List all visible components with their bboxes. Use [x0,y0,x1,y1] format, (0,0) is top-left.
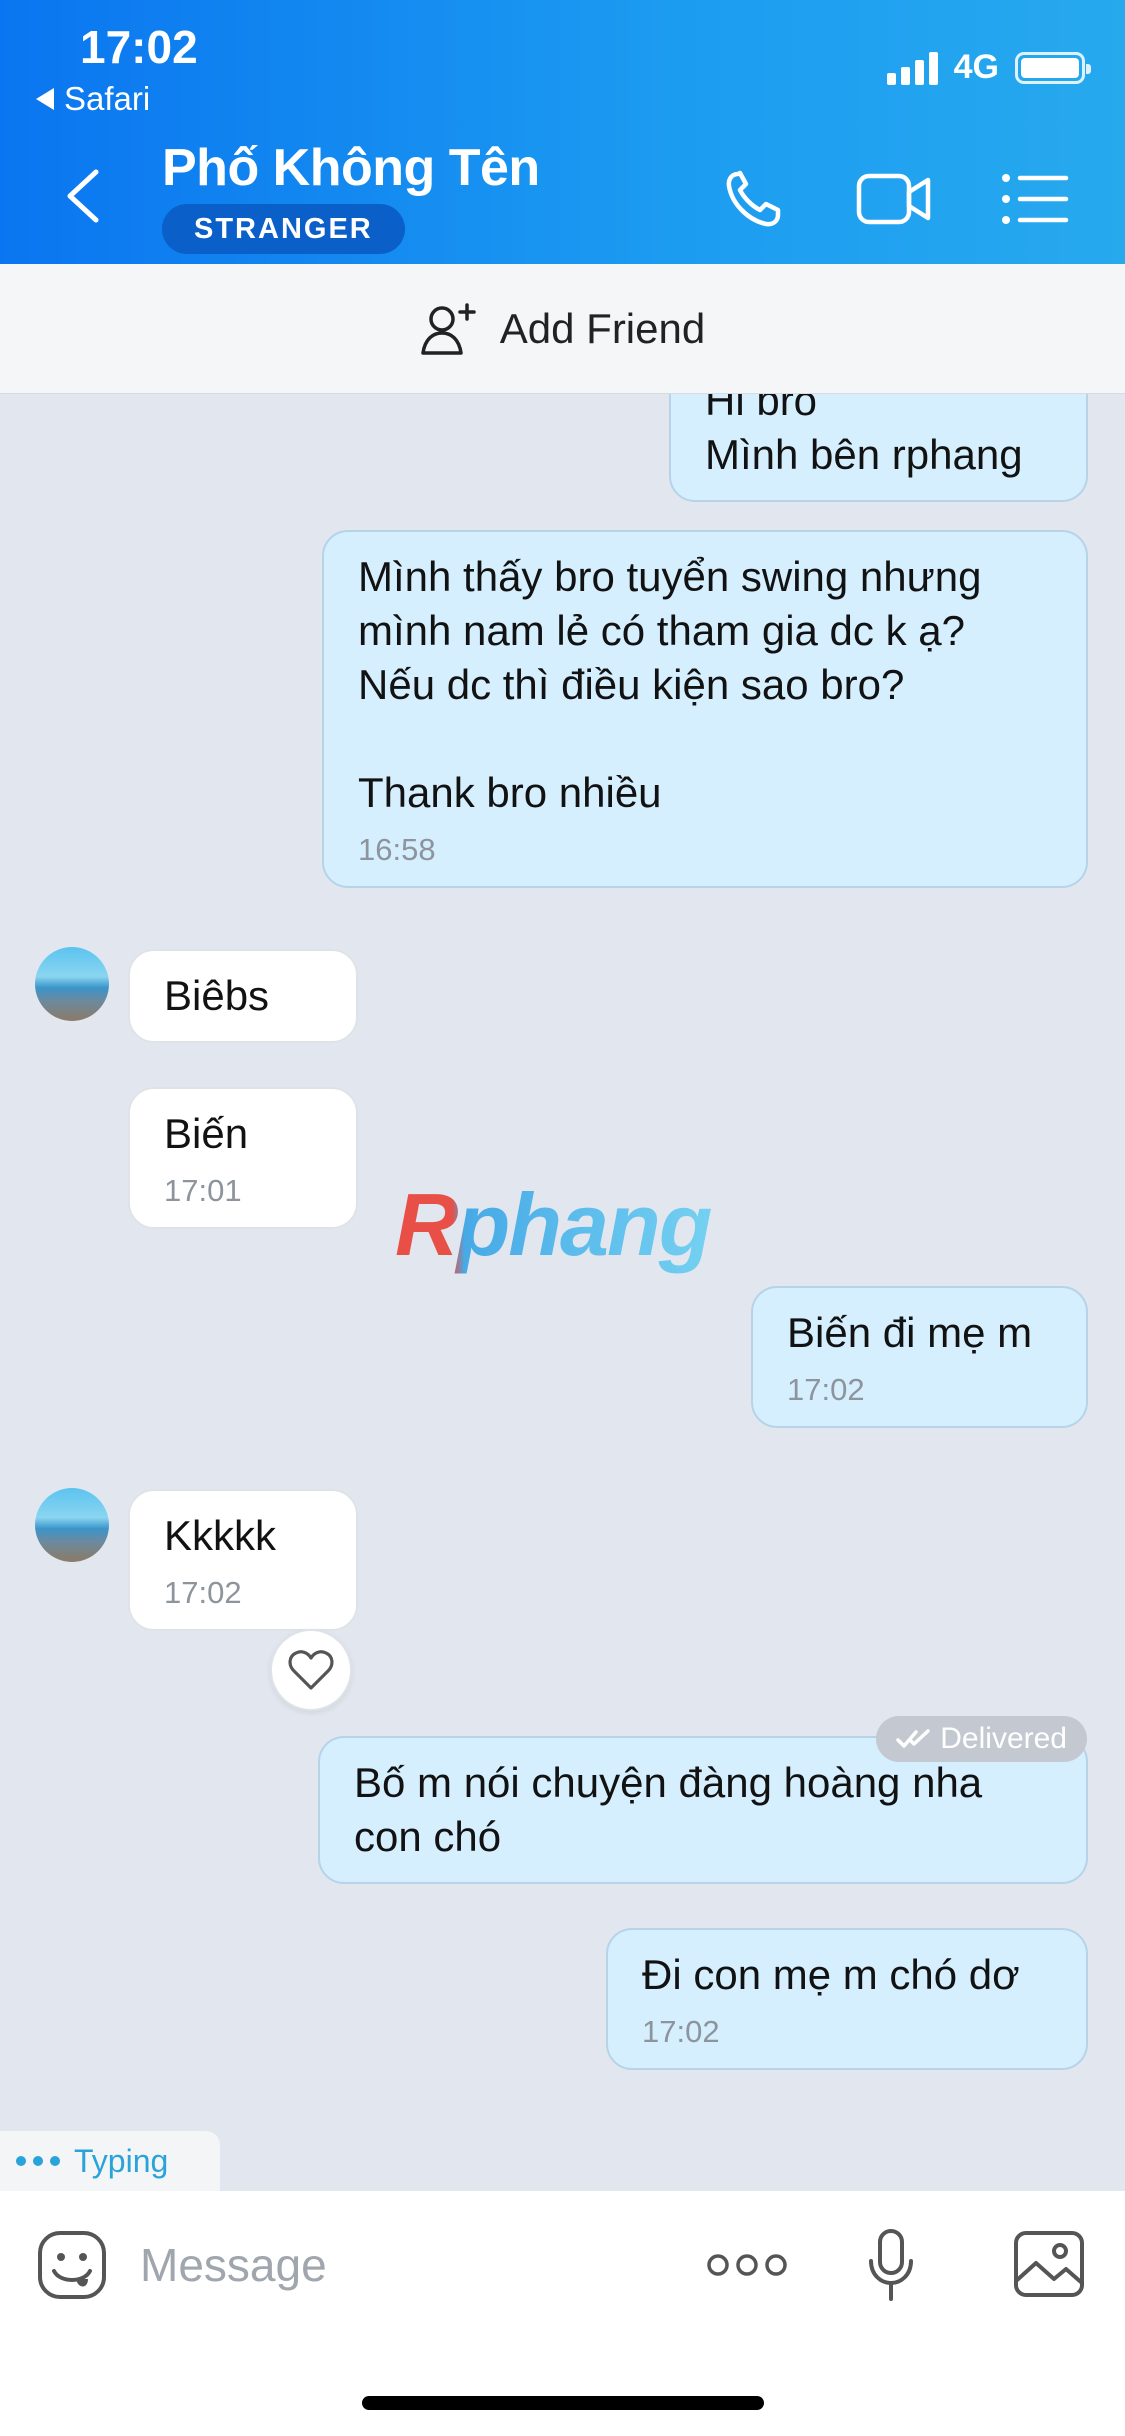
avatar[interactable] [35,1488,109,1562]
list-menu-icon[interactable] [996,164,1076,234]
message-bubble-outgoing[interactable]: Biến đi mẹ m 17:02 [751,1286,1088,1428]
status-time: 17:02 [80,21,198,73]
video-camera-icon[interactable] [854,164,934,234]
message-bubble-incoming[interactable]: Biến 17:01 [128,1087,358,1229]
message-text: Bố m nói chuyện đàng hoàng nha con chó [354,1759,983,1860]
delivered-status: Delivered [876,1716,1087,1762]
message-text: Biến đi mẹ m [787,1309,1033,1356]
message-text: Biến [164,1110,249,1157]
message-time: 17:01 [164,1173,242,1208]
add-friend-button[interactable]: Add Friend [0,264,1125,394]
message-time: 17:02 [787,1372,865,1407]
stranger-badge: STRANGER [162,204,405,254]
message-text: Đi con mẹ m chó dơ [642,1951,1020,1998]
react-heart-button[interactable] [270,1629,352,1711]
signal-icon [886,51,938,85]
microphone-icon[interactable] [866,2227,916,2303]
message-bubble-outgoing[interactable]: Mình thấy bro tuyển swing nhưng mình nam… [322,530,1088,888]
chevron-left-icon[interactable] [60,166,106,226]
add-friend-label: Add Friend [499,304,706,352]
home-indicator[interactable] [362,2396,764,2410]
back-triangle-icon [36,88,54,110]
chat-header: 17:02 Safari 4G Phố Không Tên STRANGER [0,0,1125,264]
image-icon[interactable] [1012,2229,1086,2299]
back-to-app-link[interactable]: Safari [36,80,150,118]
more-icon[interactable] [706,2247,788,2283]
delivered-label: Delivered [940,1722,1067,1755]
typing-indicator: Typing [0,2131,220,2191]
message-bubble-incoming[interactable]: Biêbs [128,949,358,1043]
message-bubble-outgoing[interactable]: Đi con mẹ m chó dơ 17:02 [606,1928,1088,2070]
message-text: Biêbs [164,972,270,1019]
message-text: Hi bro Mình bên rphang [705,394,1023,478]
heart-icon [288,1650,334,1690]
message-input[interactable] [140,2227,640,2303]
message-bubble-outgoing[interactable]: Hi bro Mình bên rphang [669,394,1088,502]
double-check-icon [896,1729,931,1748]
message-text: Kkkkk [164,1512,277,1559]
network-type: 4G [953,48,999,86]
message-time: 17:02 [164,1575,242,1610]
watermark-logo: Rphang [395,1175,713,1274]
emoji-icon[interactable] [36,2229,108,2301]
avatar[interactable] [35,947,109,1021]
typing-dots-icon [16,2156,60,2166]
message-list[interactable]: Hi bro Mình bên rphang Mình thấy bro tuy… [0,394,1125,2191]
phone-icon[interactable] [716,164,796,234]
back-app-label: Safari [64,80,151,117]
battery-icon [1015,51,1091,84]
contact-name[interactable]: Phố Không Tên [162,138,540,198]
status-indicators: 4G [886,48,1091,87]
message-composer [0,2191,1125,2436]
message-time: 16:58 [358,832,436,867]
message-bubble-incoming[interactable]: Kkkkk 17:02 [128,1489,358,1631]
message-text: Mình thấy bro tuyển swing nhưng mình nam… [358,553,982,816]
message-time: 17:02 [642,2014,720,2049]
add-user-icon [421,302,476,355]
typing-label: Typing [74,2142,169,2179]
